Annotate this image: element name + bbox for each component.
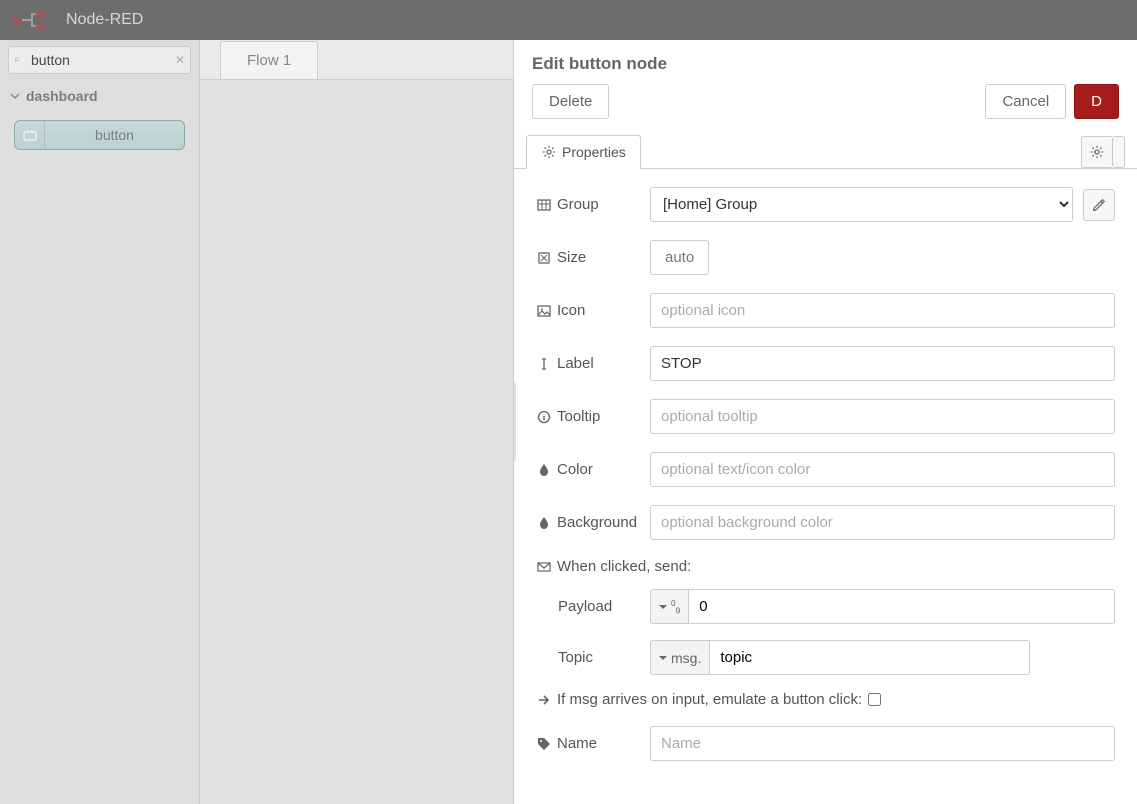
emulate-checkbox[interactable] (868, 693, 881, 706)
palette-sidebar: ⌕ ✕ dashboard button (0, 40, 200, 804)
tooltip-input[interactable] (650, 399, 1115, 434)
search-icon: ⌕ (14, 54, 20, 67)
payload-type-selector[interactable]: 09 (650, 589, 688, 624)
tint-icon (536, 515, 551, 530)
name-input[interactable] (650, 726, 1115, 761)
arrow-right-icon (536, 692, 551, 707)
clear-search-icon[interactable]: ✕ (175, 53, 185, 67)
edit-panel-title: Edit button node (514, 40, 1137, 84)
edit-sidebar: Edit button node Delete Cancel D Propert… (513, 40, 1137, 804)
settings-icon-button[interactable] (1081, 136, 1113, 168)
payload-input[interactable] (688, 589, 1115, 624)
size-label: Size (536, 249, 640, 266)
number-type-icon: 09 (671, 599, 680, 614)
chevron-down-icon (10, 91, 20, 101)
palette-node-button[interactable]: button (14, 120, 185, 150)
caret-down-icon (659, 654, 667, 662)
drag-handle[interactable] (513, 382, 516, 462)
app-header: Node-RED (0, 0, 1137, 40)
name-label: Name (536, 735, 640, 752)
tooltip-label: Tooltip (536, 408, 640, 425)
button-node-icon (15, 121, 45, 149)
tint-icon (536, 462, 551, 477)
cursor-icon (536, 356, 551, 371)
background-input[interactable] (650, 505, 1115, 540)
flow-canvas[interactable]: START STOP (200, 80, 513, 804)
payload-label: Payload (558, 598, 640, 615)
background-label: Background (536, 514, 640, 531)
done-button[interactable]: D (1074, 84, 1119, 119)
tab-label: Properties (562, 144, 626, 160)
tab-flow-1[interactable]: Flow 1 (220, 41, 318, 79)
logo-icon (12, 10, 56, 30)
edit-group-button[interactable] (1083, 189, 1115, 221)
topic-label: Topic (558, 649, 640, 666)
table-icon (536, 197, 551, 212)
image-icon (536, 303, 551, 318)
color-label: Color (536, 461, 640, 478)
icon-input[interactable] (650, 293, 1115, 328)
label-input[interactable] (650, 346, 1115, 381)
color-input[interactable] (650, 452, 1115, 487)
label-label: Label (536, 355, 640, 372)
msg-type-label: msg. (671, 650, 701, 666)
workspace-tabs: Flow 1 (200, 40, 513, 80)
palette-search-input[interactable] (8, 46, 191, 74)
tag-icon (536, 736, 551, 751)
when-clicked-label: When clicked, send: (536, 558, 1115, 575)
topic-type-selector[interactable]: msg. (650, 640, 709, 675)
gear-icon (541, 145, 556, 160)
caret-down-icon (659, 603, 667, 611)
expand-icon (536, 250, 551, 265)
category-label: dashboard (26, 88, 98, 104)
palette-node-label: button (45, 127, 184, 143)
workspace: Flow 1 START STOP (200, 40, 513, 804)
tab-properties[interactable]: Properties (526, 135, 641, 169)
topic-input[interactable] (709, 640, 1030, 675)
delete-button[interactable]: Delete (532, 84, 609, 119)
info-icon (536, 409, 551, 424)
extra-icon-button[interactable] (1113, 136, 1125, 168)
group-select[interactable]: [Home] Group (650, 187, 1073, 222)
envelope-icon (536, 559, 551, 574)
app-title: Node-RED (66, 11, 143, 29)
group-label: Group (536, 196, 640, 213)
cancel-button[interactable]: Cancel (985, 84, 1066, 119)
emulate-label: If msg arrives on input, emulate a butto… (557, 691, 862, 708)
palette-category-dashboard[interactable]: dashboard (0, 80, 199, 112)
icon-label: Icon (536, 302, 640, 319)
size-button[interactable]: auto (650, 240, 709, 275)
